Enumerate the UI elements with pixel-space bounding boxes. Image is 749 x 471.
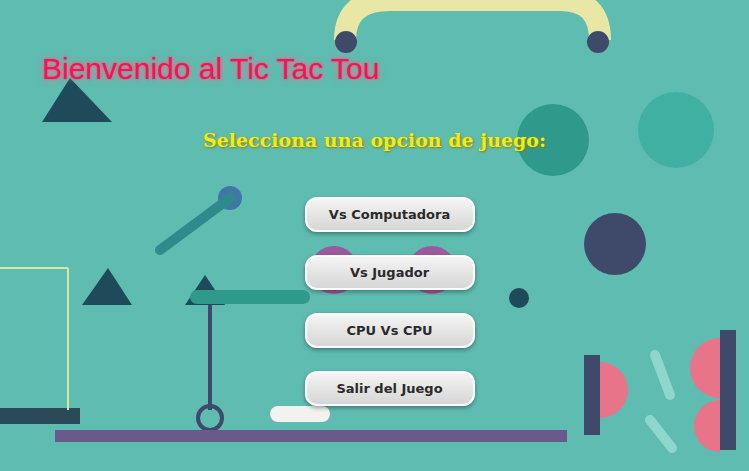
menu-prompt: Selecciona una opcion de juego: bbox=[0, 128, 749, 152]
menu-button[interactable]: Salir del Juego bbox=[305, 371, 475, 406]
menu-button[interactable]: Vs Computadora bbox=[305, 197, 475, 232]
menu-button[interactable]: CPU Vs CPU bbox=[305, 313, 475, 348]
game-mode-menu: Vs Computadora Vs Jugador CPU Vs CPU Salir … bbox=[0, 197, 749, 406]
welcome-title: Bienvenido al Tic Tac Tou bbox=[42, 50, 749, 88]
menu-button[interactable]: Vs Jugador bbox=[305, 255, 475, 290]
main-menu-screen: Bienvenido al Tic Tac Tou Selecciona una… bbox=[0, 0, 749, 471]
